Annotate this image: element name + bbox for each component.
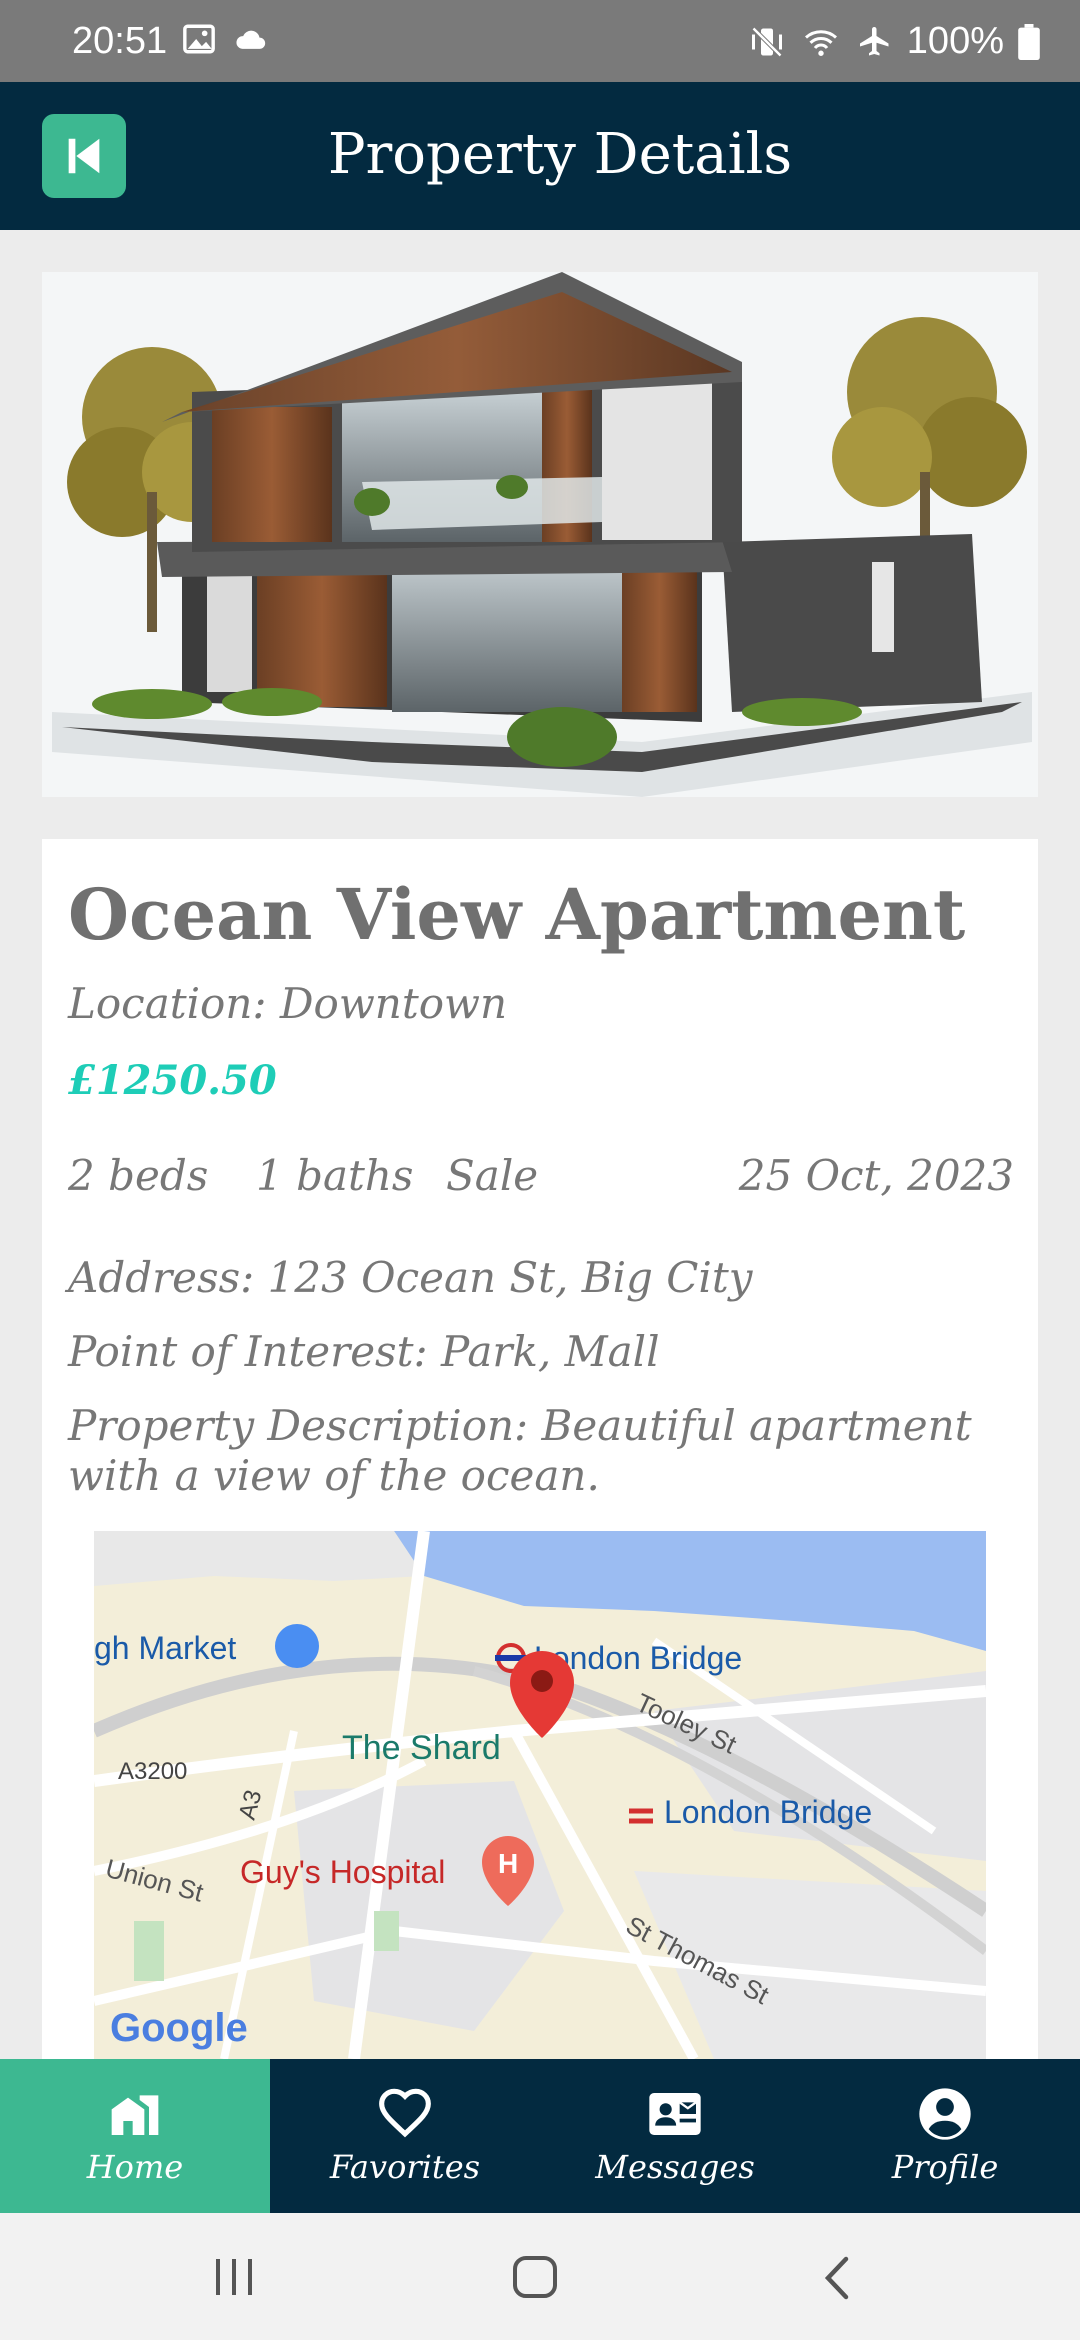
bottom-navigation: Home Favorites Messages Profile [0, 2059, 1080, 2213]
app-bar: Property Details [0, 82, 1080, 230]
back-nav-icon[interactable] [822, 2255, 852, 2301]
battery-icon [1018, 23, 1040, 60]
map-label-market: gh Market [94, 1630, 236, 1666]
map-label-guys-hospital: Guy's Hospital [240, 1854, 445, 1890]
status-time: 20:51 [72, 20, 168, 62]
svg-text:H: H [498, 1848, 518, 1879]
nav-profile-label: Profile [891, 2148, 999, 2186]
listing-type: Sale [446, 1151, 539, 1200]
page-title: Property Details [327, 122, 793, 187]
airplane-icon [859, 26, 889, 55]
baths-count: 1 baths [256, 1151, 414, 1200]
recent-apps-icon[interactable] [212, 2257, 256, 2297]
property-image [42, 272, 1038, 797]
account-circle-icon [919, 2088, 971, 2140]
map-label-the-shard: The Shard [342, 1729, 501, 1767]
nav-home-label: Home [86, 2148, 184, 2186]
nav-messages-label: Messages [595, 2148, 755, 2186]
system-navigation-bar [0, 2213, 1080, 2340]
wifi-icon [804, 29, 837, 56]
nav-home[interactable]: Home [0, 2059, 270, 2213]
nav-messages[interactable]: Messages [540, 2059, 810, 2213]
home-button-icon[interactable] [512, 2255, 558, 2299]
listing-date: 25 Oct, 2023 [738, 1151, 1014, 1200]
vibrate-mute-icon [751, 26, 782, 57]
google-logo: Google [110, 2006, 248, 2050]
property-description: Property Description: Beautiful apartmen… [68, 1401, 972, 1500]
points-of-interest: Point of Interest: Park, Mall [68, 1327, 660, 1376]
property-address: Address: 123 Ocean St, Big City [68, 1253, 753, 1302]
property-title: Ocean View Apartment [68, 873, 966, 956]
battery-percent: 100% [906, 20, 1004, 62]
property-price: £1250.50 [68, 1057, 277, 1104]
contact-card-icon [649, 2093, 701, 2135]
heart-icon [379, 2088, 431, 2138]
home-icon [111, 2095, 159, 2135]
property-location: Location: Downtown [68, 979, 508, 1028]
nav-profile[interactable]: Profile [810, 2059, 1080, 2213]
property-details-card: Ocean View Apartment Location: Downtown … [42, 839, 1038, 2059]
status-bar: 20:51 100% [0, 0, 1080, 82]
location-map[interactable]: gh Market London Bridge Tooley St The Sh… [94, 1531, 986, 2059]
image-icon [183, 24, 215, 54]
beds-count: 2 beds [68, 1151, 209, 1200]
map-label-london-bridge-rail: London Bridge [664, 1794, 872, 1830]
nav-favorites-label: Favorites [329, 2148, 481, 2186]
cloud-icon [236, 30, 266, 49]
nav-favorites[interactable]: Favorites [270, 2059, 540, 2213]
map-label-a3200: A3200 [118, 1758, 187, 1785]
